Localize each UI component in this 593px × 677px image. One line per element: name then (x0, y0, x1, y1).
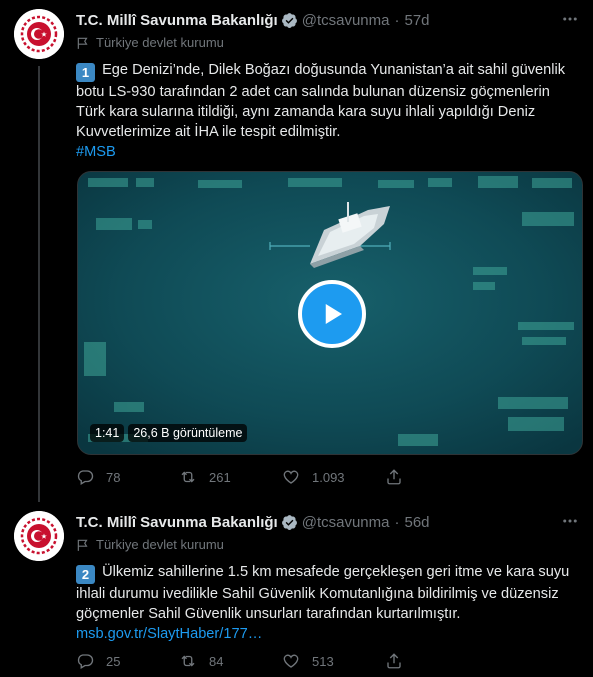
reply-button[interactable]: 78 (76, 468, 179, 486)
like-icon (283, 470, 299, 484)
reply-icon (77, 470, 94, 485)
like-button[interactable]: 513 (282, 652, 385, 670)
more-icon[interactable] (561, 512, 579, 535)
reply-button[interactable]: 25 (76, 652, 179, 670)
separator-dot: · (394, 513, 400, 531)
more-icon[interactable] (561, 10, 579, 33)
share-icon (387, 469, 401, 485)
avatar[interactable] (14, 9, 64, 59)
share-icon (387, 653, 401, 669)
timestamp[interactable]: 57d (404, 12, 429, 29)
hashtag-link[interactable]: #MSB (76, 144, 116, 160)
verified-badge-icon (281, 12, 297, 28)
video-badges: 1:41 26,6 B görüntüleme (90, 424, 248, 442)
share-button[interactable] (385, 652, 415, 670)
video-duration: 1:41 (90, 424, 125, 442)
video-player[interactable]: 1:41 26,6 B görüntüleme (77, 171, 583, 455)
share-button[interactable] (385, 468, 415, 486)
retweet-icon (181, 471, 195, 483)
like-icon (283, 654, 299, 668)
tweet-header: T.C. Millî Savunma Bakanlığı @tcsavunma … (76, 512, 579, 532)
tweet-1[interactable]: T.C. Millî Savunma Bakanlığı @tcsavunma … (0, 0, 593, 500)
like-count: 1.093 (312, 469, 345, 485)
tweet-2[interactable]: T.C. Millî Savunma Bakanlığı @tcsavunma … (0, 502, 593, 677)
tweet-body: Ülkemiz sahillerine 1.5 km mesafede gerç… (76, 564, 570, 622)
reply-icon (77, 654, 94, 669)
timestamp[interactable]: 56d (404, 514, 429, 531)
avatar[interactable] (14, 511, 64, 561)
author-handle[interactable]: @tcsavunma (302, 514, 390, 531)
flag-icon (77, 37, 88, 49)
reply-count: 25 (106, 653, 121, 669)
retweet-button[interactable]: 261 (179, 468, 282, 486)
label-text: Türkiye devlet kurumu (96, 35, 224, 50)
tweet-actions: 25 84 513 (76, 652, 579, 670)
external-link[interactable]: msb.gov.tr/SlaytHaber/177… (76, 626, 262, 642)
tweet-text: 1 Ege Denizi’nde, Dilek Boğazı doğusunda… (76, 60, 579, 162)
retweet-icon (181, 655, 195, 667)
like-button[interactable]: 1.093 (282, 468, 385, 486)
number-badge: 2 (76, 565, 95, 584)
retweet-button[interactable]: 84 (179, 652, 282, 670)
video-views: 26,6 B görüntüleme (128, 424, 248, 442)
like-count: 513 (312, 653, 334, 669)
tweet-header: T.C. Millî Savunma Bakanlığı @tcsavunma … (76, 10, 579, 30)
author-name[interactable]: T.C. Millî Savunma Bakanlığı (76, 514, 278, 531)
tweet-text: 2 Ülkemiz sahillerine 1.5 km mesafede ge… (76, 562, 579, 644)
tweet-body: Ege Denizi’nde, Dilek Boğazı doğusunda Y… (76, 62, 566, 140)
government-label[interactable]: Türkiye devlet kurumu (76, 537, 224, 552)
verified-badge-icon (281, 514, 297, 530)
retweet-count: 261 (209, 469, 231, 485)
author-handle[interactable]: @tcsavunma (302, 12, 390, 29)
government-label[interactable]: Türkiye devlet kurumu (76, 35, 224, 50)
separator-dot: · (394, 11, 400, 29)
retweet-count: 84 (209, 653, 224, 669)
number-badge: 1 (76, 63, 95, 82)
reply-count: 78 (106, 469, 121, 485)
play-icon[interactable] (298, 280, 366, 348)
flag-icon (77, 539, 88, 551)
tweet-actions: 78 261 1.093 (76, 468, 579, 486)
author-name[interactable]: T.C. Millî Savunma Bakanlığı (76, 12, 278, 29)
label-text: Türkiye devlet kurumu (96, 537, 224, 552)
